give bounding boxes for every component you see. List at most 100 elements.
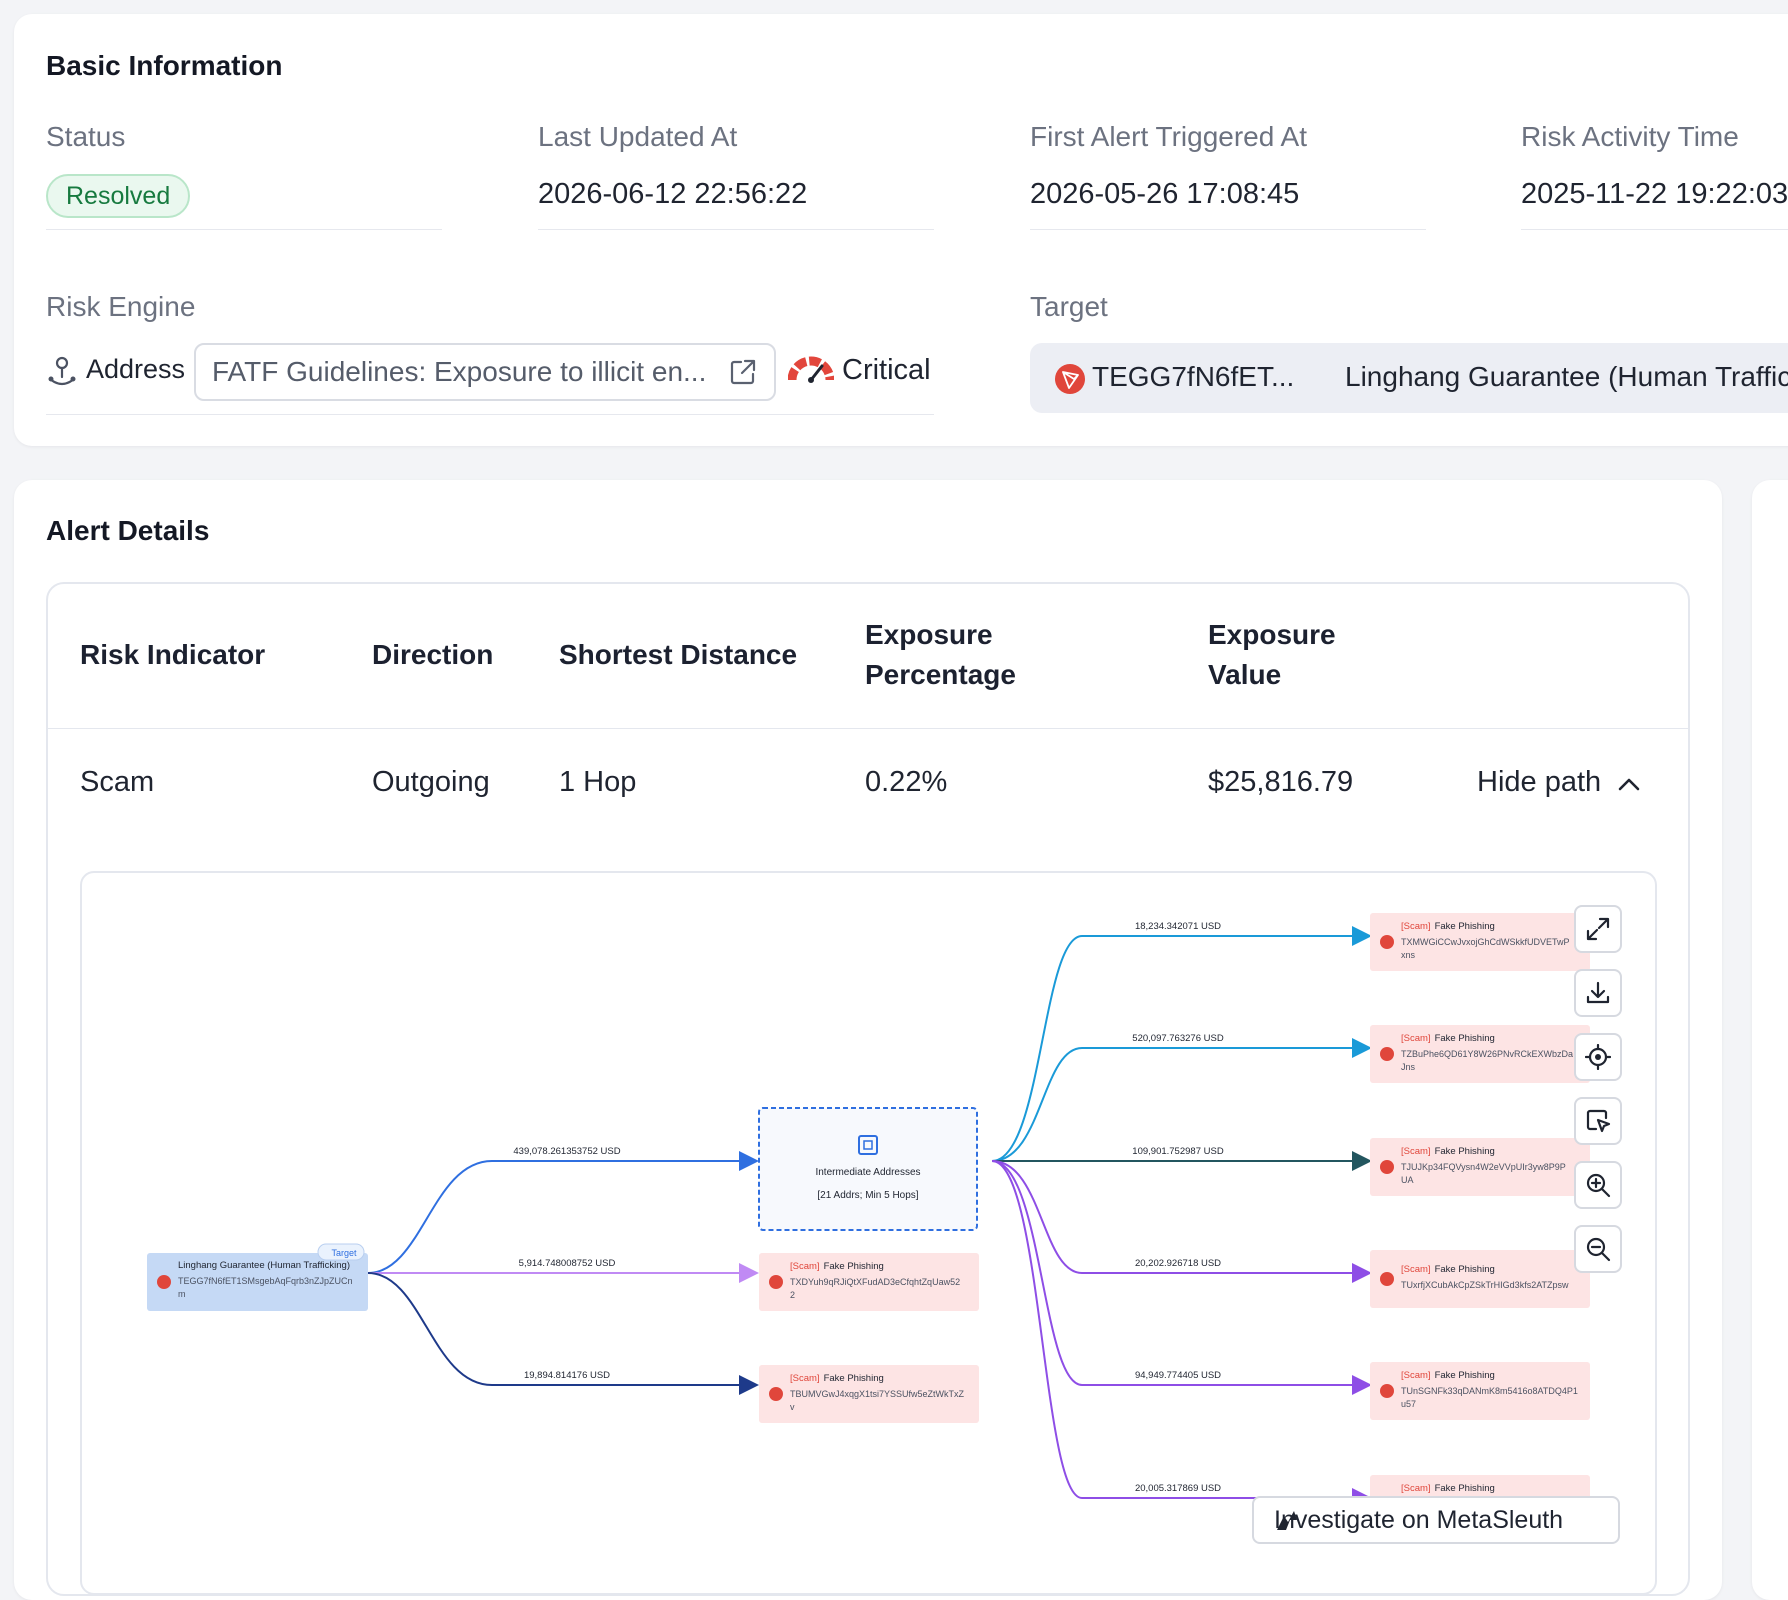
divider xyxy=(46,414,934,415)
edge-label-r4: 20,202.926718 USD xyxy=(1135,1258,1221,1269)
intermediate-title: Intermediate Addresses xyxy=(815,1167,920,1178)
metasleuth-logo-icon xyxy=(1274,1508,1600,1541)
right-node-3: [Scam] Fake Phishing TJUJKp34FQVysn4W2eVV… xyxy=(1370,1138,1590,1196)
mid2-addr2: v xyxy=(790,1402,795,1412)
header-exposure-value-line1: Exposure xyxy=(1208,619,1336,650)
zoom-in-icon xyxy=(1586,1173,1611,1198)
row-risk-indicator: Scam xyxy=(80,766,155,798)
r2-addr1: TZBuPhe6QD61Y8W26PNvRCkEXWbzDa xyxy=(1401,1049,1573,1059)
scam-label: Fake Phishing xyxy=(1435,1483,1495,1494)
mid1-addr1: TXDYuh9qRJiQtXFudAD3eCfqhtZqUaw52 xyxy=(790,1277,960,1287)
r5-addr1: TUnSGNFk33qDANmK8m5416o8ATDQ4P1 xyxy=(1401,1386,1578,1396)
edge-r6 xyxy=(991,1160,1372,1508)
risk-engine-label: Risk Engine xyxy=(46,291,196,322)
engine-rule-link[interactable]: FATF Guidelines: Exposure to illicit en.… xyxy=(194,343,776,401)
basic-information-title: Basic Information xyxy=(46,50,283,81)
scam-label: Fake Phishing xyxy=(1435,1033,1495,1044)
investigate-metasleuth-button[interactable]: Investigate on MetaSleuth xyxy=(1252,1496,1620,1544)
target-label: Target xyxy=(1030,291,1108,322)
download-icon xyxy=(1586,981,1610,1004)
row-shortest-distance: 1 Hop xyxy=(559,766,637,798)
tron-icon xyxy=(1054,363,1086,400)
mid-node-1: [Scam] Fake Phishing TXDYuh9qRJiQtXFudAD3… xyxy=(759,1253,979,1311)
scam-label: Fake Phishing xyxy=(1435,1370,1495,1381)
r4-addr1: TUxrfjXCubAkCpZSkTrHIGd3kfs2ATZpsw xyxy=(1401,1280,1569,1290)
edge-label-src-mid2: 19,894.814176 USD xyxy=(524,1370,610,1381)
row-exposure-value: $25,816.79 xyxy=(1208,766,1354,798)
engine-type: Address xyxy=(86,354,186,384)
source-node: Target Linghang Guarantee (Human Traffic… xyxy=(147,1243,368,1311)
scam-tag: [Scam] xyxy=(1401,1483,1431,1494)
svg-text:[Scam]Fake Phishing: [Scam] Fake Phishing xyxy=(1401,1370,1495,1381)
scam-tag: [Scam] xyxy=(1401,921,1431,932)
scam-tag: [Scam] xyxy=(790,1261,820,1272)
scam-tag: [Scam] xyxy=(1401,1146,1431,1157)
locate-button[interactable] xyxy=(1574,1033,1622,1081)
source-name: Linghang Guarantee (Human Trafficking) xyxy=(178,1260,350,1271)
header-exposure-value-line2: Value xyxy=(1208,659,1282,690)
side-panel-card xyxy=(1752,480,1788,1600)
scam-label: Fake Phishing xyxy=(1435,1264,1495,1275)
external-link-icon[interactable] xyxy=(728,357,758,392)
intermediate-node: Intermediate Addresses [21 Addrs; Min 5 … xyxy=(758,1107,978,1231)
alert-details-title: Alert Details xyxy=(46,515,210,546)
alert-table-header-divider xyxy=(48,728,1688,729)
mid2-addr1: TBUMVGwJ4xqgX1tsi7YSSUfw5eZtWkTxZ xyxy=(790,1389,965,1399)
target-address[interactable]: TEGG7fN6fET... xyxy=(1092,361,1294,393)
right-node-2: [Scam] Fake Phishing TZBuPhe6QD61Y8W26PNv… xyxy=(1370,1025,1590,1083)
source-addr2: m xyxy=(178,1289,186,1299)
row-exposure-percentage: 0.22% xyxy=(865,766,948,798)
risk-activity-label: Risk Activity Time xyxy=(1521,121,1739,152)
r5-addr2: u57 xyxy=(1401,1399,1416,1409)
engine-rule-text: FATF Guidelines: Exposure to illicit en.… xyxy=(212,356,707,387)
right-node-4: [Scam] Fake Phishing TUxrfjXCubAkCpZSkTrH… xyxy=(1370,1250,1590,1308)
first-alert-label: First Alert Triggered At xyxy=(1030,121,1307,152)
scam-tag: [Scam] xyxy=(1401,1370,1431,1381)
svg-text:[Scam]Fake Phishing: [Scam] Fake Phishing xyxy=(1401,1033,1495,1044)
chevron-up-icon xyxy=(1618,777,1640,796)
zoom-out-button[interactable] xyxy=(1574,1225,1622,1273)
edge-r2 xyxy=(991,1038,1372,1162)
scam-label: Fake Phishing xyxy=(824,1373,884,1384)
select-button[interactable] xyxy=(1574,1097,1622,1145)
header-risk-indicator: Risk Indicator xyxy=(80,639,266,670)
scam-tag: [Scam] xyxy=(790,1373,820,1384)
zoom-in-button[interactable] xyxy=(1574,1161,1622,1209)
header-exposure-percentage-line2: Percentage xyxy=(865,659,1016,690)
intermediate-sub: [21 Addrs; Min 5 Hops] xyxy=(817,1190,918,1201)
svg-text:[Scam]Fake Phishing: [Scam] Fake Phishing xyxy=(790,1373,884,1384)
r1-addr1: TXMWGiCCwJvxojGhCdWSkkfUDVETwP xyxy=(1401,937,1570,947)
scam-tag: [Scam] xyxy=(1401,1033,1431,1044)
path-graph[interactable]: 439,078.261353752 USD 5,914.748008752 US… xyxy=(80,871,1657,1595)
divider xyxy=(1521,229,1788,230)
source-addr1: TEGG7fN6fET1SMsgebAqFqrb3nZJpZUCn xyxy=(178,1276,353,1286)
status-label: Status xyxy=(46,121,126,152)
right-node-1: [Scam] Fake Phishing TXMWGiCCwJvxojGhCdWS… xyxy=(1370,913,1590,971)
select-cursor-icon xyxy=(1586,1109,1611,1133)
edge-label-r2: 520,097.763276 USD xyxy=(1132,1033,1224,1044)
last-updated-value: 2026-06-12 22:56:22 xyxy=(538,178,808,210)
header-direction: Direction xyxy=(372,639,494,670)
edge-label-r3: 109,901.752987 USD xyxy=(1132,1146,1224,1157)
r3-addr1: TJUJKp34FQVysn4W2eVVpUIr3yw8P9P xyxy=(1401,1162,1566,1172)
hide-path-label: Hide path xyxy=(1477,766,1602,798)
svg-text:[Scam]Fake Phishing: [Scam] Fake Phishing xyxy=(1401,1483,1495,1494)
source-tag: Target xyxy=(331,1248,357,1258)
target-icon xyxy=(1585,1044,1611,1070)
fullscreen-button[interactable] xyxy=(1574,905,1622,953)
svg-text:[Scam]Fake Phishing: [Scam] Fake Phishing xyxy=(790,1261,884,1272)
first-alert-value: 2026-05-26 17:08:45 xyxy=(1030,178,1300,210)
edge-source-intermediate xyxy=(367,1151,759,1274)
divider xyxy=(1030,229,1426,230)
hide-path-button[interactable]: Hide path xyxy=(1477,766,1640,804)
target-box[interactable]: TEGG7fN6fET... Linghang Guarantee (Human… xyxy=(1030,343,1788,413)
scam-label: Fake Phishing xyxy=(1435,1146,1495,1157)
right-node-5: [Scam] Fake Phishing TUnSGNFk33qDANmK8m54… xyxy=(1370,1362,1590,1420)
last-updated-label: Last Updated At xyxy=(538,121,738,152)
svg-text:[Scam]Fake Phishing: [Scam] Fake Phishing xyxy=(1401,1146,1495,1157)
risk-activity-value: 2025-11-22 19:22:03 xyxy=(1521,178,1788,210)
edge-source-mid2 xyxy=(367,1272,759,1395)
download-button[interactable] xyxy=(1574,969,1622,1017)
svg-text:[Scam]Fake Phishing: [Scam] Fake Phishing xyxy=(1401,921,1495,932)
severity-label: Critical xyxy=(842,354,931,386)
